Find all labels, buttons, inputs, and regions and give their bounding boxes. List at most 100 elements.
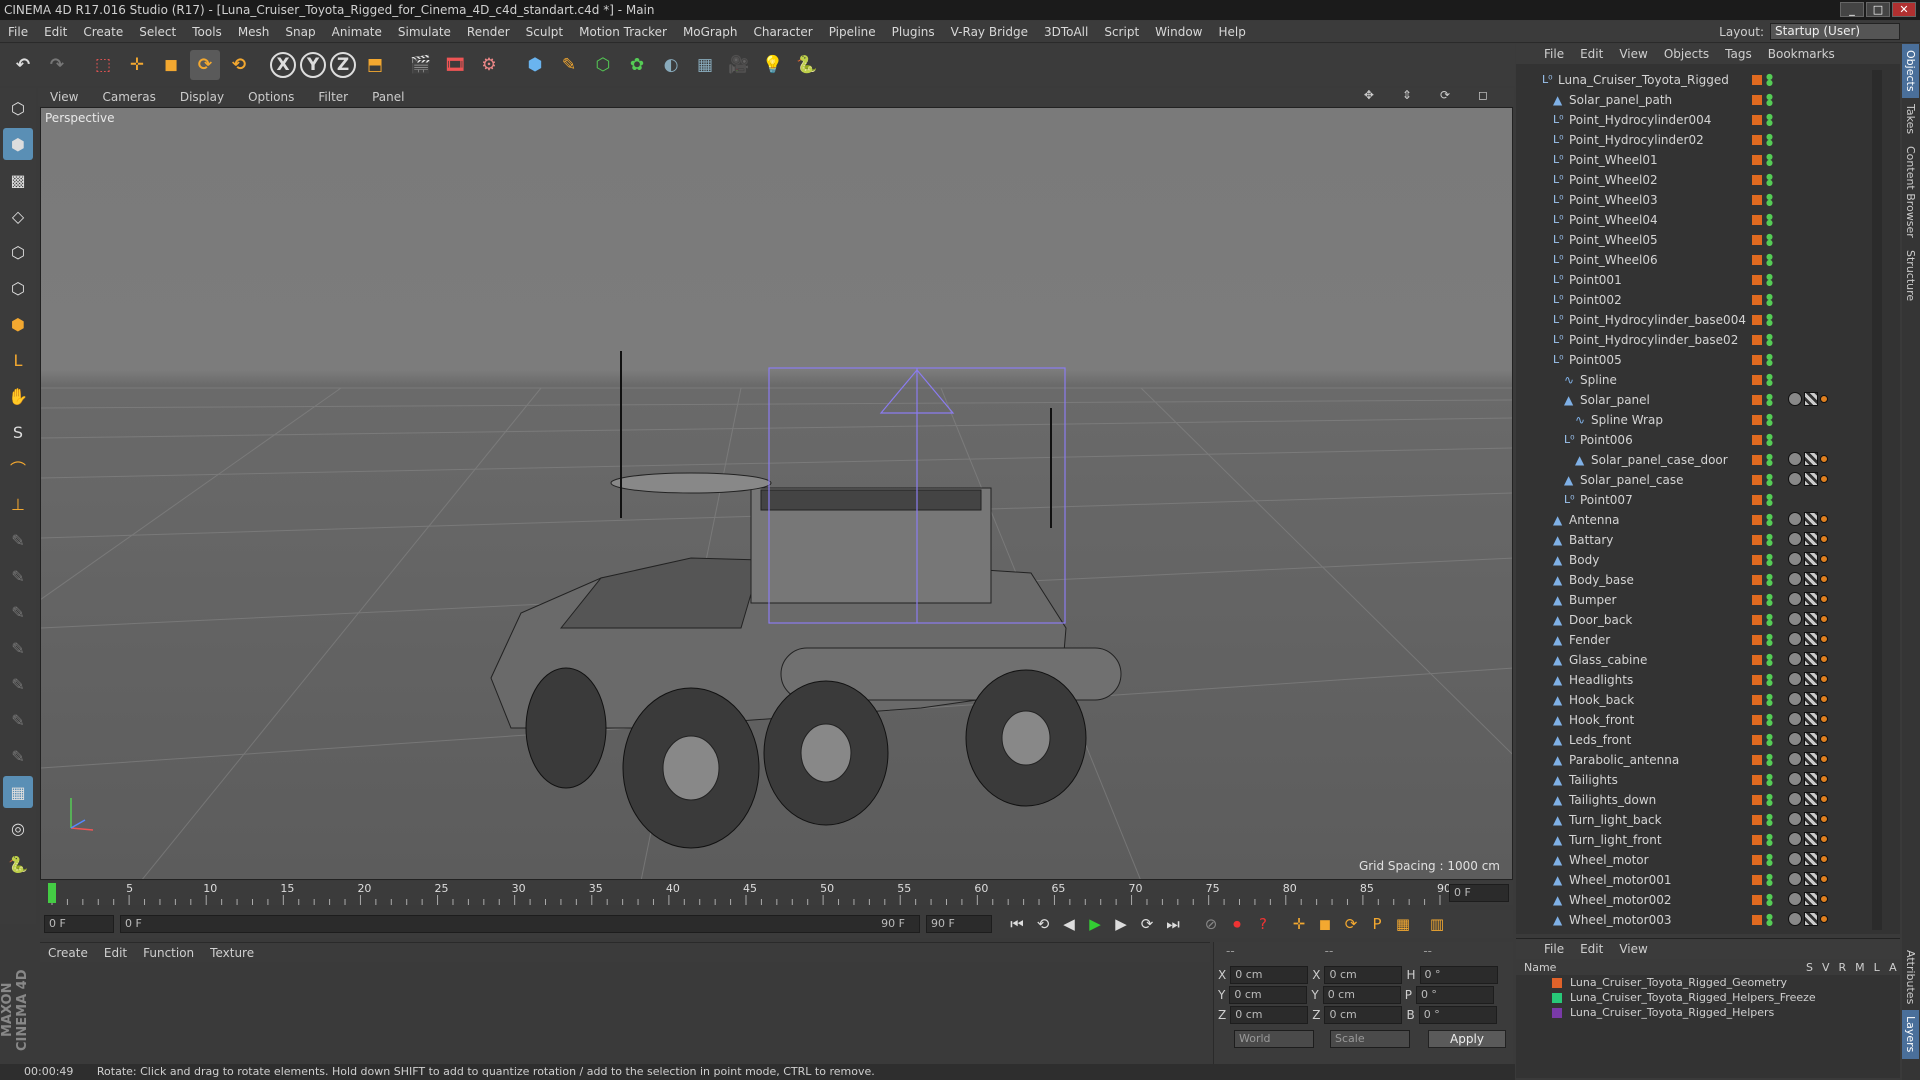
object-row[interactable]: ▲ Body_base ● ● [1520,570,1882,590]
object-row[interactable]: ▲ Turn_light_front ● ● [1520,830,1882,850]
phong-tag-icon[interactable] [1820,835,1828,843]
menu-v-ray-bridge[interactable]: V-Ray Bridge [943,25,1036,39]
object-row[interactable]: ▲ Solar_panel ● ● [1520,390,1882,410]
material-tag-icon[interactable] [1788,592,1802,606]
object-row[interactable]: ∿ Spline ● ● [1520,370,1882,390]
phong-tag-icon[interactable] [1820,775,1828,783]
layer-color-swatch[interactable] [1752,535,1762,545]
go-to-start-icon[interactable]: ⏮ [1004,911,1030,937]
phong-tag-icon[interactable] [1820,875,1828,883]
model-mode-icon[interactable]: ⬢ [3,128,33,160]
visibility-dots-icon[interactable]: ● ● [1766,453,1773,467]
menu-help[interactable]: Help [1210,25,1253,39]
key-position-icon[interactable]: ✛ [1286,911,1312,937]
object-row[interactable]: ▲ Wheel_motor ● ● [1520,850,1882,870]
visibility-dots-icon[interactable]: ● ● [1766,93,1773,107]
object-row[interactable]: ▲ Antenna ● ● [1520,510,1882,530]
polygons-mode-icon[interactable]: ⬢ [3,308,33,340]
side-tab-content-browser[interactable]: Content Browser [1902,140,1919,244]
menu-character[interactable]: Character [745,25,820,39]
layer-color-swatch[interactable] [1752,495,1762,505]
inflate-brush-icon[interactable]: ✎ [3,668,33,700]
layer-color-swatch[interactable] [1752,275,1762,285]
phong-tag-icon[interactable] [1820,535,1828,543]
visibility-dots-icon[interactable]: ● ● [1766,593,1773,607]
current-frame-field[interactable]: 0 F [1449,884,1509,902]
texture-tag-icon[interactable] [1804,472,1818,486]
material-tags[interactable] [1788,652,1828,666]
scale-mode-dropdown[interactable]: Scale [1330,1030,1410,1048]
layer-color-swatch[interactable] [1752,615,1762,625]
vp-maximize-icon[interactable]: ◻ [1466,88,1500,102]
vp-menu-display[interactable]: Display [168,90,236,104]
vp-menu-filter[interactable]: Filter [306,90,360,104]
visibility-dots-icon[interactable]: ● ● [1766,353,1773,367]
layer-color-swatch[interactable] [1752,415,1762,425]
texture-tag-icon[interactable] [1804,732,1818,746]
material-tags[interactable] [1788,732,1828,746]
floor-icon[interactable]: ▦ [690,50,720,80]
rot-p-field[interactable]: 0 ° [1415,986,1494,1004]
object-row[interactable]: L⁰ Point001 ● ● [1520,270,1882,290]
phong-tag-icon[interactable] [1820,575,1828,583]
visibility-dots-icon[interactable]: ● ● [1766,913,1773,927]
texture-tag-icon[interactable] [1804,872,1818,886]
menu-pipeline[interactable]: Pipeline [821,25,884,39]
layer-color-swatch[interactable] [1752,75,1762,85]
layer-color-swatch[interactable] [1752,355,1762,365]
size-x-field[interactable]: 0 cm [1324,966,1403,984]
material-tags[interactable] [1788,692,1828,706]
object-row[interactable]: ▲ Wheel_motor003 ● ● [1520,910,1882,930]
visibility-dots-icon[interactable]: ● ● [1766,173,1773,187]
object-row[interactable]: L⁰ Point_Wheel03 ● ● [1520,190,1882,210]
visibility-dots-icon[interactable]: ● ● [1766,133,1773,147]
object-row[interactable]: L⁰ Point_Hydrocylinder02 ● ● [1520,130,1882,150]
object-row[interactable]: ▲ Tailights ● ● [1520,770,1882,790]
visibility-dots-icon[interactable]: ● ● [1766,673,1773,687]
layer-color-swatch[interactable] [1752,715,1762,725]
visibility-dots-icon[interactable]: ● ● [1766,493,1773,507]
visibility-dots-icon[interactable]: ● ● [1766,213,1773,227]
pos-y-field[interactable]: 0 cm [1229,986,1308,1004]
uv-edit-icon[interactable]: ▦ [3,776,33,808]
material-tags[interactable] [1788,472,1828,486]
material-tags[interactable] [1788,612,1828,626]
layout-dropdown[interactable]: Startup (User) [1770,23,1900,40]
phong-tag-icon[interactable] [1820,475,1828,483]
phong-tag-icon[interactable] [1820,635,1828,643]
object-row[interactable]: ▲ Wheel_motor002 ● ● [1520,890,1882,910]
python-script-icon[interactable]: 🐍 [3,848,33,880]
phong-tag-icon[interactable] [1820,795,1828,803]
layer-color-swatch[interactable] [1752,795,1762,805]
pen-spline-icon[interactable]: ✎ [554,50,584,80]
layer-color-swatch[interactable] [1752,155,1762,165]
maximize-button[interactable]: □ [1866,2,1890,17]
menu-tools[interactable]: Tools [184,25,230,39]
phong-tag-icon[interactable] [1820,455,1828,463]
close-button[interactable]: ✕ [1892,2,1916,17]
menu-3dtoall[interactable]: 3DToAll [1036,25,1096,39]
object-row[interactable]: L⁰ Point005 ● ● [1520,350,1882,370]
smooth-brush-icon[interactable]: ✎ [3,632,33,664]
visibility-dots-icon[interactable]: ● ● [1766,393,1773,407]
menu-animate[interactable]: Animate [324,25,390,39]
material-tags[interactable] [1788,892,1828,906]
rotate-icon[interactable]: ⟳ [190,50,220,80]
texture-tag-icon[interactable] [1804,812,1818,826]
material-tag-icon[interactable] [1788,652,1802,666]
layer-row[interactable]: Luna_Cruiser_Toyota_Rigged_Geometry [1516,975,1900,990]
pinch-brush-icon[interactable]: ✎ [3,740,33,772]
phong-tag-icon[interactable] [1820,715,1828,723]
obj-menu-tags[interactable]: Tags [1717,47,1760,61]
redo-icon[interactable]: ↷ [42,50,72,80]
object-row[interactable]: L⁰ Point_Wheel05 ● ● [1520,230,1882,250]
go-to-end-icon[interactable]: ⏭ [1160,911,1186,937]
object-row[interactable]: L⁰ Point_Hydrocylinder_base004 ● ● [1520,310,1882,330]
layer-color-swatch[interactable] [1752,335,1762,345]
menu-render[interactable]: Render [459,25,518,39]
key-pla-icon[interactable]: ▦ [1390,911,1416,937]
layer-color-swatch[interactable] [1752,295,1762,305]
layer-color-swatch[interactable] [1752,855,1762,865]
python-icon[interactable]: 🐍 [792,50,822,80]
vp-move-icon[interactable]: ✥ [1352,88,1386,102]
